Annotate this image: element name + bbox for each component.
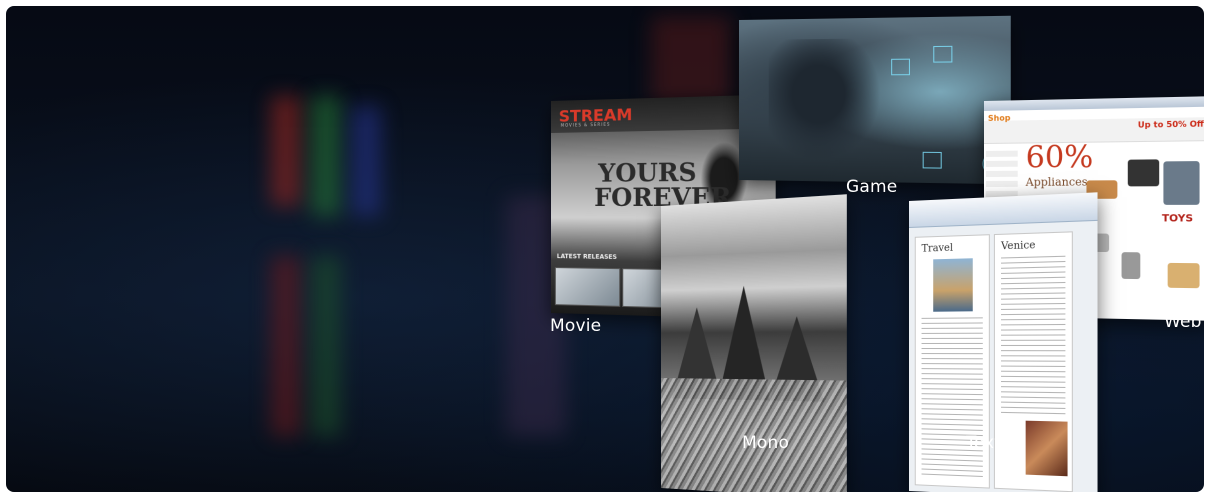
game-hud-hexagon — [933, 45, 953, 63]
web-upto-offer: Up to 50% Off — [1137, 119, 1204, 130]
label-game: Game — [846, 177, 898, 197]
label-web: Web — [1164, 312, 1202, 332]
web-promo-number: 60% — [1025, 139, 1094, 176]
web-product-toaster — [1127, 159, 1160, 187]
web-product-person — [1163, 161, 1200, 205]
background-glow-green — [311, 96, 341, 216]
web-browser-bar — [984, 96, 1204, 111]
background-glow-blue — [351, 106, 381, 216]
background-glow-green-low — [311, 256, 341, 436]
doc-photo-crowd — [1025, 420, 1068, 477]
doc-text-lines — [921, 317, 983, 478]
game-preview[interactable] — [739, 15, 1011, 185]
movie-thumbnail — [554, 267, 621, 307]
label-text: Text — [966, 433, 1002, 453]
movie-logo-subtitle: MOVIES & SERIES — [560, 121, 611, 128]
doc-page-right: Venice — [993, 231, 1073, 492]
label-mono: Mono — [742, 433, 790, 453]
label-movie: Movie — [550, 316, 602, 336]
doc-page-heading: Venice — [1001, 239, 1036, 253]
web-product-box — [1167, 262, 1200, 289]
web-promo-text: Appliances — [1025, 175, 1088, 189]
background-glow-red-low — [271, 256, 301, 436]
web-shop-logo: Shop — [987, 113, 1011, 123]
background-glow-top — [651, 16, 731, 106]
text-preview[interactable]: Travel Venice — [909, 192, 1098, 492]
showcase-stage: STREAM MOVIES & SERIES YOURS FOREVER LAT… — [6, 6, 1204, 492]
web-toys-label: TOYS — [1161, 213, 1194, 225]
game-hud-hexagon — [922, 151, 942, 169]
background-glow-red — [271, 96, 301, 206]
game-mech-figure — [768, 38, 881, 162]
movie-latest-releases: LATEST RELEASES — [556, 253, 617, 261]
web-product-item — [1121, 252, 1141, 280]
doc-photo-venice — [933, 258, 973, 312]
game-hud-hexagon — [891, 58, 910, 76]
web-promo: 60% Appliances — [1026, 140, 1094, 189]
doc-page-heading: Travel — [921, 242, 954, 255]
doc-text-lines — [1001, 255, 1066, 418]
doc-ribbon-toolbar — [909, 192, 1098, 228]
